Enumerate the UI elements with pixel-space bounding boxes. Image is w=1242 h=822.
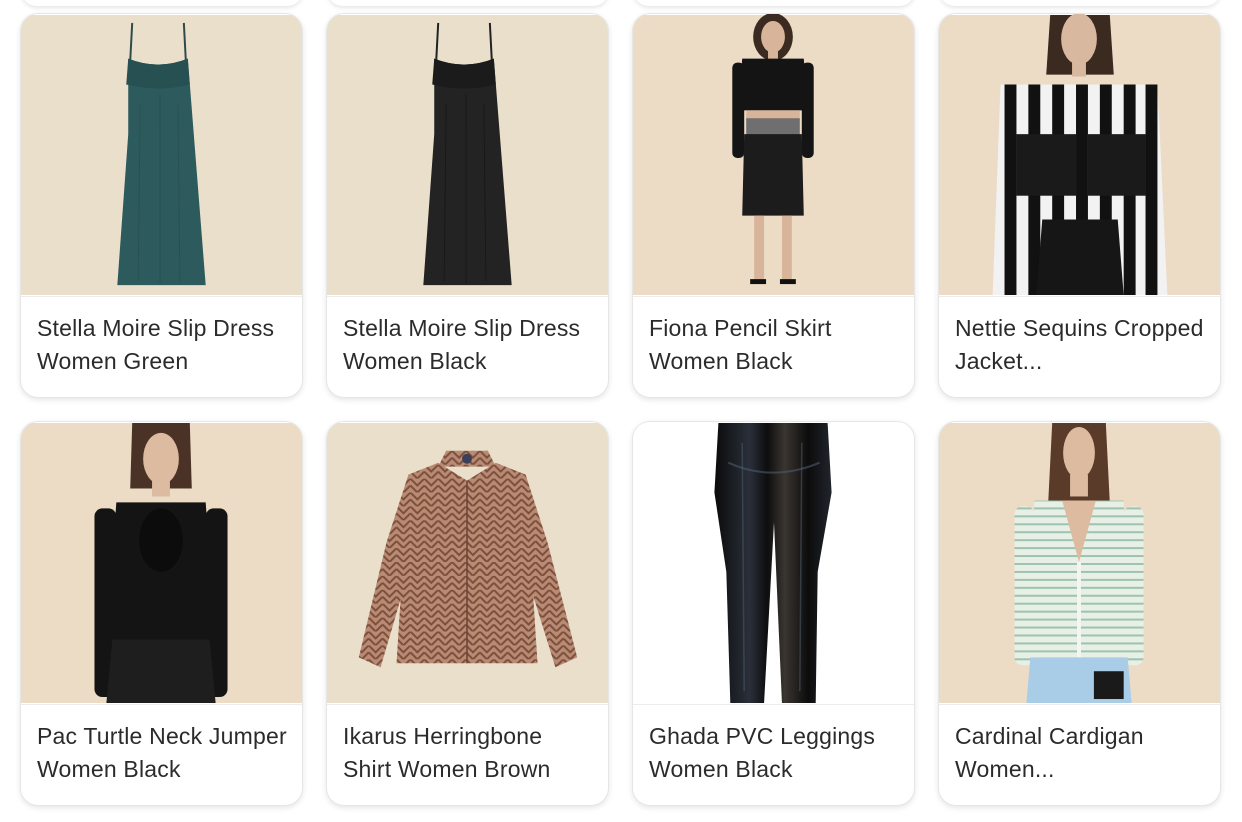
- product-title[interactable]: Pac Turtle Neck Jumper Women Black: [37, 720, 288, 786]
- product-title[interactable]: Nettie Sequins Cropped Jacket...: [955, 312, 1206, 378]
- product-card[interactable]: Ikarus Herringbone Shirt Women Brown: [326, 421, 609, 806]
- card-edge: [939, 0, 1221, 6]
- product-image[interactable]: [21, 14, 302, 297]
- product-card[interactable]: Nettie Sequins Cropped Jacket...: [938, 13, 1221, 398]
- product-image[interactable]: [327, 14, 608, 297]
- model-striped-cardigan-image: [939, 422, 1220, 704]
- product-card[interactable]: Cardinal Cardigan Women...: [938, 421, 1221, 806]
- product-card[interactable]: Stella Moire Slip Dress Women Black: [326, 13, 609, 398]
- product-card[interactable]: Pac Turtle Neck Jumper Women Black: [20, 421, 303, 806]
- product-image[interactable]: [633, 14, 914, 297]
- model-black-jumper-image: [21, 422, 302, 704]
- product-image[interactable]: [21, 422, 302, 705]
- model-striped-sequin-jacket-image: [939, 14, 1220, 296]
- product-card[interactable]: Stella Moire Slip Dress Women Green: [20, 13, 303, 398]
- product-image[interactable]: [327, 422, 608, 705]
- green-slip-dress-image: [21, 14, 302, 296]
- product-card[interactable]: Ghada PVC Leggings Women Black: [632, 421, 915, 806]
- product-image[interactable]: [939, 14, 1220, 297]
- product-title[interactable]: Stella Moire Slip Dress Women Black: [343, 312, 594, 378]
- product-card[interactable]: Fiona Pencil Skirt Women Black: [632, 13, 915, 398]
- black-slip-dress-image: [327, 14, 608, 296]
- product-image[interactable]: [939, 422, 1220, 705]
- product-grid: Stella Moire Slip Dress Women Green Stel…: [20, 13, 1221, 806]
- model-pencil-skirt-image: [633, 14, 914, 296]
- product-title[interactable]: Ghada PVC Leggings Women Black: [649, 720, 900, 786]
- herringbone-shirt-image: [327, 422, 608, 704]
- card-edge: [327, 0, 609, 6]
- previous-row-card-edges: [0, 0, 1242, 10]
- card-edge: [633, 0, 915, 6]
- product-title[interactable]: Fiona Pencil Skirt Women Black: [649, 312, 900, 378]
- pvc-leggings-image: [633, 422, 914, 704]
- product-title[interactable]: Cardinal Cardigan Women...: [955, 720, 1206, 786]
- product-title[interactable]: Stella Moire Slip Dress Women Green: [37, 312, 288, 378]
- card-edge: [21, 0, 303, 6]
- product-title[interactable]: Ikarus Herringbone Shirt Women Brown: [343, 720, 594, 786]
- product-image[interactable]: [633, 422, 914, 705]
